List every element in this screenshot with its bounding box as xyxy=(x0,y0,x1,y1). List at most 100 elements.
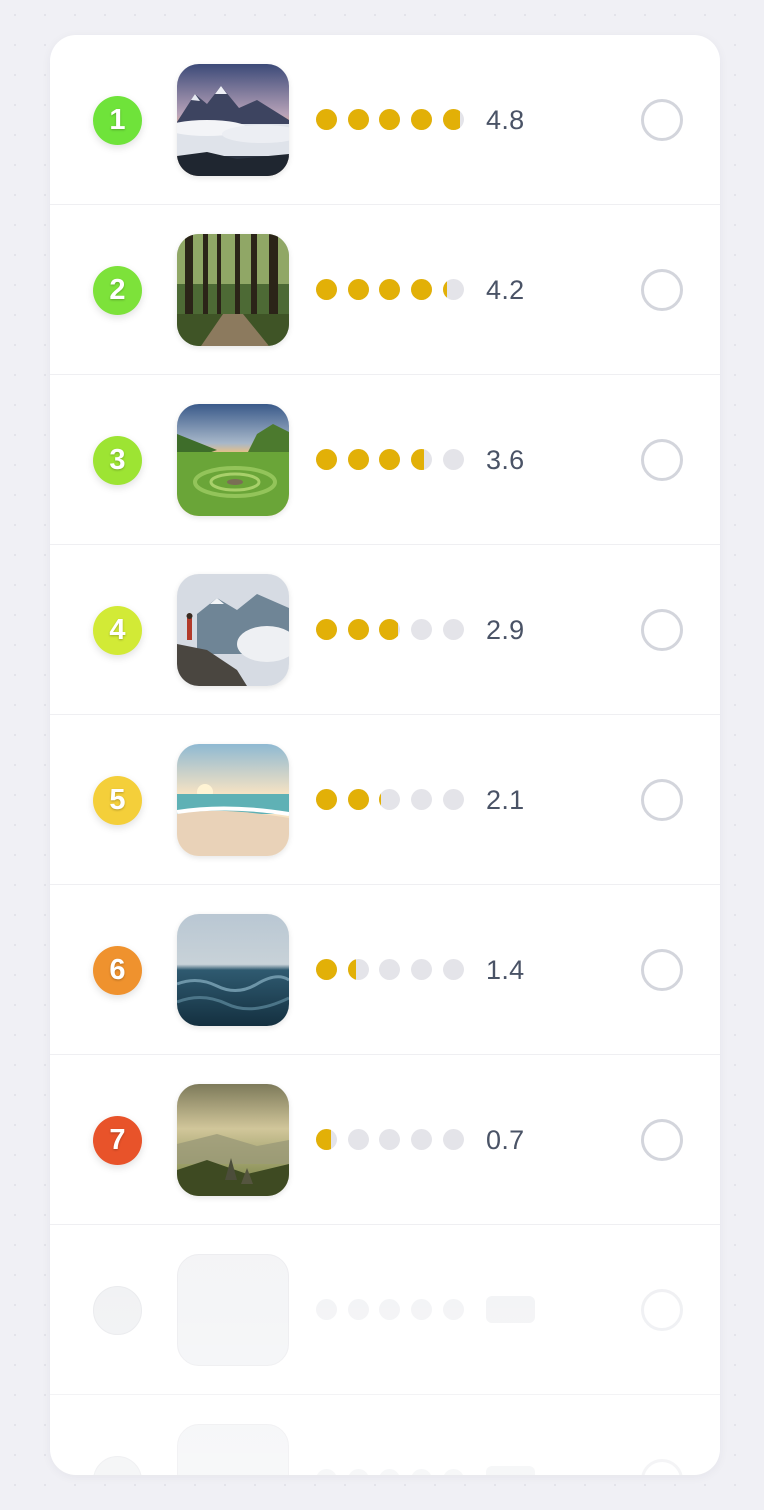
rating-dot xyxy=(442,109,464,130)
rating-dot xyxy=(379,109,401,130)
thumbnail-image xyxy=(177,574,289,686)
skeleton-thumbnail xyxy=(177,1254,289,1366)
rating-dot-fill xyxy=(316,109,337,130)
rating-dot xyxy=(442,1129,464,1150)
rating-dot xyxy=(379,789,401,810)
rank-badge: 3 xyxy=(93,436,142,485)
rating-dot xyxy=(347,279,369,300)
rating-dot xyxy=(347,959,369,980)
rating-dot xyxy=(379,449,401,470)
rating-dot xyxy=(347,789,369,810)
rating-dot xyxy=(316,959,337,980)
rating-dot xyxy=(347,1129,369,1150)
skeleton-dot xyxy=(411,1299,433,1320)
list-item[interactable]: 7 0.7 xyxy=(50,1055,720,1225)
rating-dot xyxy=(347,619,369,640)
rating-dot-fill xyxy=(379,789,382,810)
select-radio[interactable] xyxy=(641,99,683,141)
rating-dot xyxy=(442,789,464,810)
select-radio[interactable] xyxy=(641,269,683,311)
rating-dot xyxy=(379,279,401,300)
rating-dot xyxy=(442,449,464,470)
rating-dot-fill xyxy=(316,449,337,470)
rank-badge: 2 xyxy=(93,266,142,315)
skeleton-row xyxy=(50,1225,720,1395)
rating-dot xyxy=(379,959,401,980)
rating-dot-fill xyxy=(347,109,369,130)
list-item[interactable]: 3 3.6 xyxy=(50,375,720,545)
rating-dot xyxy=(316,619,337,640)
skeleton-radio xyxy=(641,1459,683,1475)
select-radio[interactable] xyxy=(641,949,683,991)
rating-dot-fill xyxy=(411,449,424,470)
rating-dot xyxy=(411,1129,433,1150)
rating-score: 3.6 xyxy=(486,445,525,475)
rating-dot-fill xyxy=(347,279,369,300)
rank-badge: 5 xyxy=(93,776,142,825)
rating-dot-fill xyxy=(411,279,433,300)
rating-dot xyxy=(442,959,464,980)
rating-dot-fill xyxy=(316,619,337,640)
list-item[interactable]: 6 1.4 xyxy=(50,885,720,1055)
rank-badge: 7 xyxy=(93,1116,142,1165)
skeleton-score xyxy=(486,1296,535,1323)
thumbnail-image xyxy=(177,744,289,856)
rating-dot xyxy=(347,109,369,130)
rating-dot xyxy=(347,449,369,470)
skeleton-dot xyxy=(347,1299,369,1320)
rating-dot xyxy=(411,619,433,640)
rating-score: 1.4 xyxy=(486,955,525,985)
skeleton-dot xyxy=(411,1469,433,1475)
rating-dot-fill xyxy=(316,1129,331,1150)
rating-dot-fill xyxy=(442,279,447,300)
rating-dot-fill xyxy=(379,279,401,300)
skeleton-dot xyxy=(316,1469,337,1475)
select-radio[interactable] xyxy=(641,1119,683,1161)
skeleton-score xyxy=(486,1466,535,1475)
thumbnail-image xyxy=(177,234,289,346)
rating-score: 4.8 xyxy=(486,105,525,135)
rating-dot xyxy=(316,449,337,470)
rating-dot xyxy=(411,789,433,810)
select-radio[interactable] xyxy=(641,439,683,481)
skeleton-dot xyxy=(347,1469,369,1475)
list-item[interactable]: 5 2.1 xyxy=(50,715,720,885)
skeleton-dot xyxy=(316,1299,337,1320)
skeleton-dot xyxy=(379,1469,401,1475)
list-item[interactable]: 1 4.8 xyxy=(50,35,720,205)
rating-dot xyxy=(411,109,433,130)
rating-dot-fill xyxy=(379,619,399,640)
rating-dot-fill xyxy=(316,279,337,300)
rank-badge: 1 xyxy=(93,96,142,145)
ranked-list-card: 1 4.8 2 4.2 3 3.6 4 2.9 5 2.1 6 1.4 7 0.… xyxy=(50,35,720,1475)
thumbnail-image xyxy=(177,404,289,516)
rating-dot xyxy=(442,619,464,640)
ranked-list: 1 4.8 2 4.2 3 3.6 4 2.9 5 2.1 6 1.4 7 0.… xyxy=(50,35,720,1475)
rating-dot-fill xyxy=(442,109,460,130)
skeleton-dot xyxy=(442,1469,464,1475)
rating-dot xyxy=(316,1129,337,1150)
select-radio[interactable] xyxy=(641,609,683,651)
rank-badge: 4 xyxy=(93,606,142,655)
rating-score: 2.1 xyxy=(486,785,525,815)
rating-dot-fill xyxy=(347,449,369,470)
thumbnail-image xyxy=(177,914,289,1026)
rank-badge: 6 xyxy=(93,946,142,995)
rating-dot xyxy=(316,109,337,130)
rating-dot xyxy=(316,789,337,810)
skeleton-dot xyxy=(379,1299,401,1320)
skeleton-radio xyxy=(641,1289,683,1331)
thumbnail-image xyxy=(177,64,289,176)
rating-dot-fill xyxy=(411,109,433,130)
rating-dot-fill xyxy=(316,959,337,980)
rating-dot-fill xyxy=(379,109,401,130)
rating-dot xyxy=(379,619,401,640)
skeleton-row xyxy=(50,1395,720,1475)
select-radio[interactable] xyxy=(641,779,683,821)
list-item[interactable]: 4 2.9 xyxy=(50,545,720,715)
skeleton-dot xyxy=(442,1299,464,1320)
rating-dot-fill xyxy=(379,449,401,470)
rating-dot xyxy=(316,279,337,300)
rating-dot-fill xyxy=(316,789,337,810)
list-item[interactable]: 2 4.2 xyxy=(50,205,720,375)
